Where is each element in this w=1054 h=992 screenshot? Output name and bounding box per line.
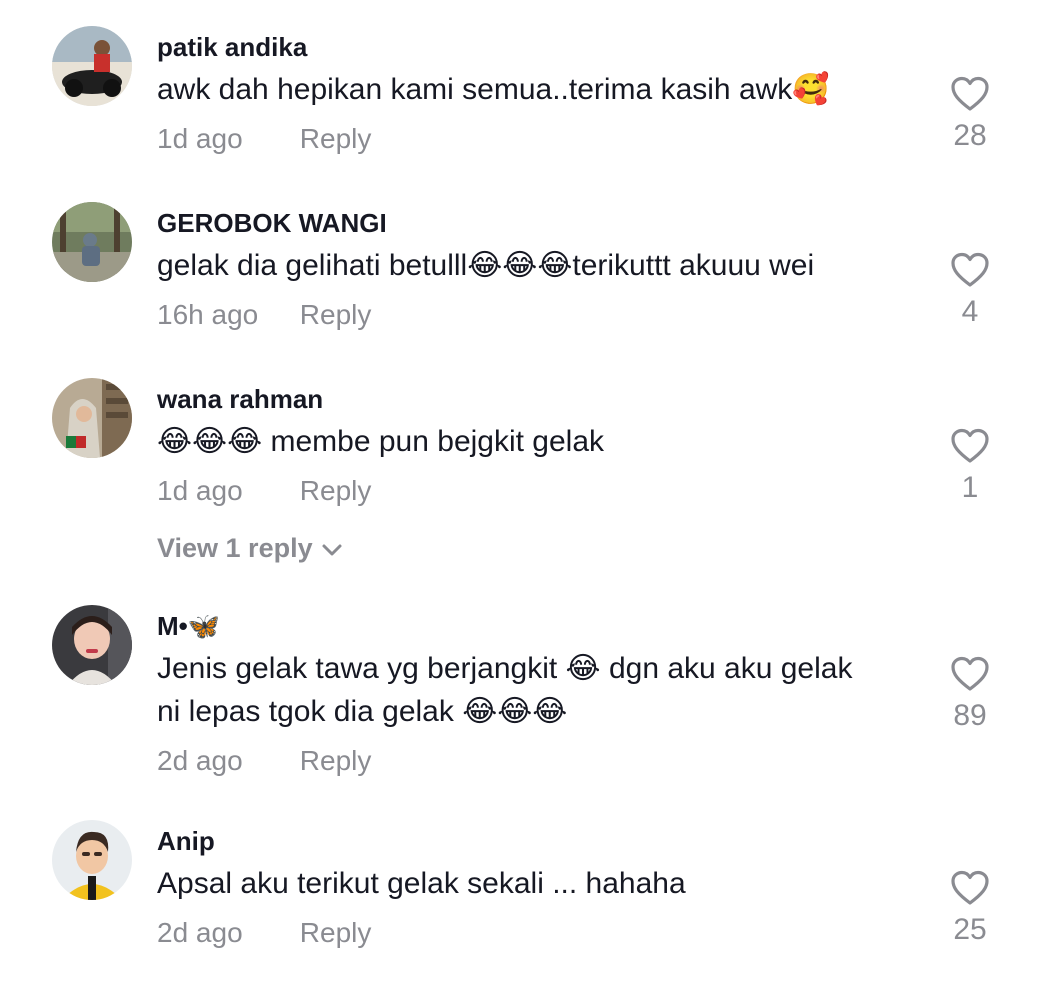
- view-replies-label[interactable]: View 1 reply: [157, 533, 313, 563]
- avatar-image: [52, 820, 132, 900]
- like-count: 25: [953, 913, 987, 946]
- like-control[interactable]: 4: [930, 252, 1010, 330]
- like-control[interactable]: 89: [930, 656, 1010, 734]
- reply-button[interactable]: Reply: [300, 475, 372, 506]
- heart-outline-icon[interactable]: [950, 252, 990, 288]
- comment-timestamp: 2d ago: [157, 745, 243, 776]
- comment-username[interactable]: wana rahman: [157, 383, 323, 415]
- comment-meta: 2d ago Reply: [157, 916, 371, 950]
- comment-meta: 1d ago Reply: [157, 474, 371, 508]
- reply-button[interactable]: Reply: [300, 299, 372, 330]
- avatar-image: [52, 26, 132, 106]
- avatar[interactable]: [52, 820, 132, 900]
- like-count: 28: [953, 119, 987, 152]
- comment-text: Jenis gelak tawa yg berjangkit 😂 dgn aku…: [157, 652, 853, 728]
- comment-timestamp: 1d ago: [157, 475, 243, 506]
- heart-outline-icon[interactable]: [950, 656, 990, 692]
- comment-meta: 2d ago Reply: [157, 744, 371, 778]
- like-count: 89: [953, 699, 987, 732]
- comment-text: Apsal aku terikut gelak sekali ... hahah…: [157, 867, 686, 900]
- comment-username[interactable]: patik andika: [157, 31, 307, 63]
- like-control[interactable]: 28: [930, 76, 1010, 154]
- avatar[interactable]: [52, 605, 132, 685]
- reply-button[interactable]: Reply: [300, 917, 372, 948]
- comment-username[interactable]: Anip: [157, 825, 215, 857]
- heart-outline-icon[interactable]: [950, 76, 990, 112]
- like-count: 4: [961, 295, 979, 328]
- like-count: 1: [961, 471, 979, 504]
- comment-meta: 16h ago Reply: [157, 298, 371, 332]
- comment-meta: 1d ago Reply: [157, 122, 371, 156]
- comment-text: awk dah hepikan kami semua..terima kasih…: [157, 73, 830, 106]
- comment-timestamp: 1d ago: [157, 123, 243, 154]
- reply-button[interactable]: Reply: [300, 123, 372, 154]
- avatar[interactable]: [52, 26, 132, 106]
- avatar[interactable]: [52, 202, 132, 282]
- comment-timestamp: 16h ago: [157, 299, 259, 330]
- comment-text: gelak dia gelihati betulll😂😂😂terikuttt a…: [157, 249, 815, 282]
- avatar-image: [52, 378, 132, 458]
- reply-button[interactable]: Reply: [300, 745, 372, 776]
- like-control[interactable]: 25: [930, 870, 1010, 948]
- avatar[interactable]: [52, 378, 132, 458]
- avatar-image: [52, 202, 132, 282]
- view-replies-button[interactable]: View 1 reply: [157, 531, 343, 565]
- comment-username[interactable]: M•🦋: [157, 610, 220, 642]
- chevron-down-icon: [322, 544, 342, 556]
- heart-outline-icon[interactable]: [950, 870, 990, 906]
- comment-text: 😂😂😂 membe pun bejgkit gelak: [157, 425, 605, 458]
- avatar-image: [52, 605, 132, 685]
- comment-username[interactable]: GEROBOK WANGI: [157, 207, 387, 239]
- heart-outline-icon[interactable]: [950, 428, 990, 464]
- like-control[interactable]: 1: [930, 428, 1010, 506]
- comment-timestamp: 2d ago: [157, 917, 243, 948]
